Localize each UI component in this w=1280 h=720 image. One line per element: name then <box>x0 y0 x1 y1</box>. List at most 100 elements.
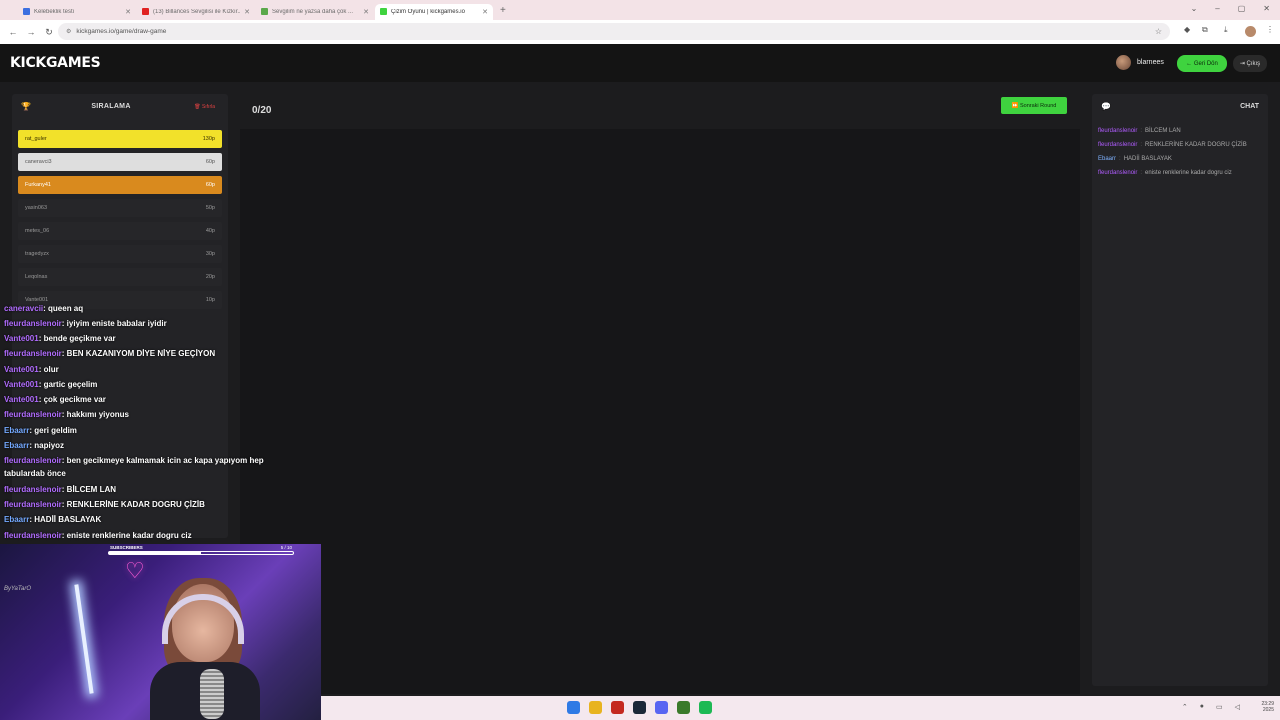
chat-header: 💬 CHAT <box>1092 94 1268 120</box>
next-round-button[interactable]: ⏩ Sonraki Round <box>1001 97 1067 114</box>
stream-chat-line: Ebaarr: napiyoz <box>4 441 64 450</box>
chrome-icon[interactable] <box>589 701 602 714</box>
stream-chat-line: fleurdanslenoir: ben gecikmeye kalmamak … <box>4 456 264 465</box>
stream-chat-line: Vante001: bende geçikme var <box>4 334 116 343</box>
favicon-icon <box>23 8 30 15</box>
site-header: KICKGAMES blarnees ← Geri Dön ⇥ Çıkış <box>0 44 1280 82</box>
chat-message: fleurdanslenoir: eniste renklerine kadar … <box>1098 169 1264 178</box>
back-arrow-icon[interactable]: ← <box>6 27 20 37</box>
chat-username[interactable]: fleurdanslenoir <box>1098 170 1137 176</box>
tab-label: Çizim Oyunu | kickgames.io <box>391 8 465 15</box>
red-app-icon[interactable] <box>611 701 624 714</box>
subscriber-goal-count: 5 / 10 <box>280 545 292 550</box>
player-score: 30p <box>205 251 215 257</box>
tab-close-icon[interactable]: ✕ <box>482 8 488 16</box>
player-score: 60p <box>205 159 215 165</box>
game-area: 0/20 ⏩ Sonraki Round <box>240 94 1080 694</box>
site-logo[interactable]: KICKGAMES <box>10 55 101 71</box>
network-icon[interactable]: ▭ <box>1216 703 1223 711</box>
chat-username[interactable]: fleurdanslenoir <box>1098 128 1137 134</box>
bookmark-star-icon[interactable]: ☆ <box>1155 27 1162 36</box>
mic-icon[interactable]: ● <box>1200 703 1204 711</box>
profile-avatar-icon[interactable] <box>1245 26 1256 37</box>
chat-text: HADİİ BASLAYAK <box>1123 156 1172 162</box>
stream-chat-user: Ebaarr <box>4 515 30 524</box>
stream-chat-line: Vante001: olur <box>4 365 59 374</box>
chat-username[interactable]: fleurdanslenoir <box>1098 142 1137 148</box>
chat-text: eniste renklerine kadar dogru ciz <box>1145 170 1232 176</box>
url-input[interactable]: ⚙ kickgames.io/game/draw-game ☆ <box>58 23 1170 40</box>
windows-start-icon[interactable] <box>567 701 580 714</box>
tab-close-icon[interactable]: ✕ <box>244 8 250 16</box>
forward-arrow-icon[interactable]: → <box>24 27 38 37</box>
clock-date: 2025 <box>1262 707 1274 713</box>
browser-tab[interactable]: (13) Billances Sevgilisi ile Kızkır... ✕ <box>137 4 255 20</box>
leaderboard-row: rat_guler 130p <box>18 130 222 148</box>
tab-list: Kelebeklik testi ✕ (13) Billances Sevgilis… <box>18 1 494 20</box>
stream-chat-user: fleurdanslenoir <box>4 485 62 494</box>
stream-chat-line: Ebaarr: HADİİ BASLAYAK <box>4 515 101 524</box>
leaderboard-title: SIRALAMA <box>91 103 131 110</box>
player-name: yasin063 <box>25 205 48 211</box>
subscriber-goal-label: SUBSCRIBERS <box>110 545 143 550</box>
browser-tab[interactable]: Kelebeklik testi ✕ <box>18 4 136 20</box>
stream-chat-user: Vante001 <box>4 395 39 404</box>
player-score: 40p <box>205 228 215 234</box>
back-button[interactable]: ← Geri Dön <box>1177 55 1227 72</box>
stream-chat-line: fleurdanslenoir: iyiyim eniste babalar i… <box>4 319 167 328</box>
tab-close-icon[interactable]: ✕ <box>125 8 131 16</box>
spotify-icon[interactable] <box>699 701 712 714</box>
stream-chat-line: tabulardab önce <box>4 469 66 478</box>
chevron-up-icon[interactable]: ⌃ <box>1182 703 1188 711</box>
favicon-icon <box>380 8 387 15</box>
extension-icon[interactable]: ◆ <box>1184 25 1190 34</box>
subscriber-goal-bar <box>108 551 294 555</box>
stream-chat-user: fleurdanslenoir <box>4 531 62 540</box>
chevron-down-icon[interactable]: ⌄ <box>1191 4 1198 13</box>
stream-chat-line: fleurdanslenoir: BEN KAZANIYOM DİYE NİYE… <box>4 349 215 358</box>
stream-chat-line: Ebaarr: geri geldim <box>4 426 77 435</box>
subscriber-goal: SUBSCRIBERS 5 / 10 <box>108 545 294 555</box>
steam-icon[interactable] <box>633 701 646 714</box>
tab-close-icon[interactable]: ✕ <box>363 8 369 16</box>
neon-heart-icon: ♡ <box>125 558 145 583</box>
drawing-canvas[interactable] <box>240 129 1080 694</box>
clock[interactable]: 23:29 2025 <box>1261 701 1274 713</box>
stream-chat-text: : BEN KAZANIYOM DİYE NİYE GEÇİYON <box>61 349 216 358</box>
player-name: caneravci3 <box>25 159 52 165</box>
stream-chat-line: Vante001: çok gecikme var <box>4 395 106 404</box>
stream-chat-text: tabulardab önce <box>4 469 66 478</box>
volume-icon[interactable]: ◁ <box>1235 703 1240 711</box>
stream-chat-text: : HADİİ BASLAYAK <box>29 515 102 524</box>
extensions-puzzle-icon[interactable]: ⧉ <box>1202 25 1208 35</box>
menu-icon[interactable]: ⋮ <box>1266 25 1274 34</box>
webcam-overlay: SUBSCRIBERS 5 / 10 ♡ ByYaTarO <box>0 544 321 720</box>
reset-button[interactable]: 🗑 Sıfırla <box>194 104 215 110</box>
discord-icon[interactable] <box>655 701 668 714</box>
site-info-icon[interactable]: ⚙ <box>66 28 71 35</box>
chat-username[interactable]: Ebaarr <box>1098 156 1116 162</box>
taskbar: ⌃ ● ▭ ◁ 23:29 2025 <box>321 696 1280 720</box>
close-icon[interactable]: ✕ <box>1263 4 1270 13</box>
stream-chat-user: fleurdanslenoir <box>4 410 62 419</box>
stream-chat-user: caneravcii <box>4 304 44 313</box>
browser-tab[interactable]: Çizim Oyunu | kickgames.io ✕ <box>375 3 493 20</box>
address-bar: ← → ↻ ⚙ kickgames.io/game/draw-game ☆ ◆ … <box>0 20 1280 44</box>
minimize-icon[interactable]: – <box>1215 4 1219 13</box>
browser-tab[interactable]: Sevgilim ne yazsa daha çok ... ✕ <box>256 4 374 20</box>
player-name: rat_guler <box>25 136 47 142</box>
stream-chat-text: : eniste renklerine kadar dogru ciz <box>61 531 192 540</box>
leaderboard-list: rat_guler 130p caneravci3 60p Furkany41 60p ya… <box>18 130 222 314</box>
player-score: 20p <box>205 274 215 280</box>
chat-separator: : <box>1140 128 1143 134</box>
user-profile[interactable]: blarnees <box>1116 55 1164 70</box>
stream-chat-user: Vante001 <box>4 334 39 343</box>
stream-chat-text: : RENKLERİNE KADAR DOGRU ÇİZİB <box>61 500 205 509</box>
exit-button[interactable]: ⇥ Çıkış <box>1233 55 1267 72</box>
downloads-icon[interactable]: ⤓ <box>1224 25 1228 35</box>
maximize-icon[interactable]: ▢ <box>1238 4 1246 13</box>
minecraft-icon[interactable] <box>677 701 690 714</box>
new-tab-button[interactable]: + <box>500 5 506 16</box>
chat-text: BİLCEM LAN <box>1145 128 1181 134</box>
reload-icon[interactable]: ↻ <box>42 27 56 38</box>
